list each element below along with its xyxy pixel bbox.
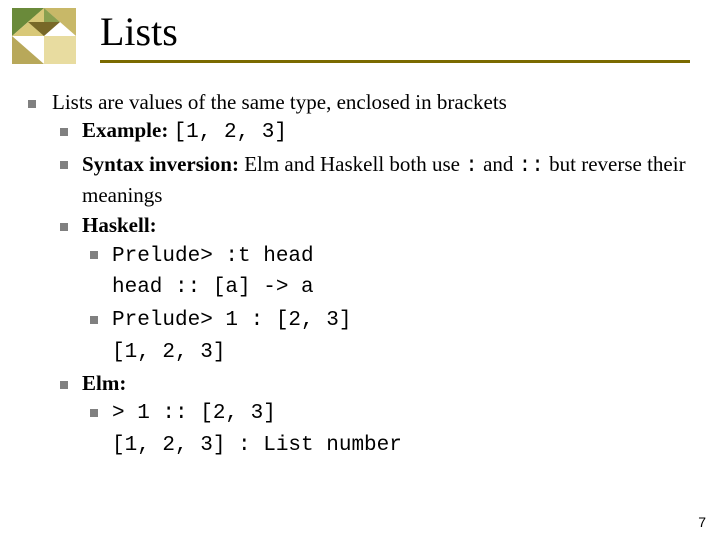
elm-line1a: > 1 :: [2, 3]	[112, 402, 276, 425]
title-underline	[100, 60, 690, 63]
haskell-block2: Prelude> 1 : [2, 3] [1, 2, 3]	[82, 304, 696, 367]
syntax-text1: Elm and Haskell both use	[239, 152, 465, 176]
slide-title: Lists	[100, 10, 720, 58]
syntax-text2: and	[478, 152, 519, 176]
bullet-haskell: Haskell: Prelude> :t head head :: [a] ->…	[52, 211, 696, 367]
bullet-example: Example: [1, 2, 3]	[52, 116, 696, 147]
haskell-label: Haskell:	[82, 213, 157, 237]
example-code: [1, 2, 3]	[174, 121, 287, 144]
haskell-line1a: Prelude> :t head	[112, 245, 314, 268]
haskell-line2b: [1, 2, 3]	[112, 341, 225, 364]
main-point-text: Lists are values of the same type, enclo…	[52, 90, 507, 114]
haskell-line2a: Prelude> 1 : [2, 3]	[112, 309, 351, 332]
page-number: 7	[698, 514, 706, 530]
syntax-label: Syntax inversion:	[82, 152, 239, 176]
title-wrap: Lists	[100, 10, 720, 63]
slide-header: Lists	[0, 0, 720, 64]
elm-label: Elm:	[82, 371, 126, 395]
example-label: Example:	[82, 118, 168, 142]
syntax-code2: ::	[519, 155, 544, 178]
tangram-logo-icon	[12, 8, 76, 64]
haskell-line1b: head :: [a] -> a	[112, 276, 314, 299]
elm-line1b: [1, 2, 3] : List number	[112, 434, 402, 457]
haskell-block1: Prelude> :t head head :: [a] -> a	[82, 240, 696, 303]
elm-block1: > 1 :: [2, 3] [1, 2, 3] : List number	[82, 397, 696, 460]
bullet-elm: Elm: > 1 :: [2, 3] [1, 2, 3] : List numb…	[52, 369, 696, 460]
bullet-main: Lists are values of the same type, enclo…	[24, 88, 696, 460]
syntax-code1: :	[465, 155, 478, 178]
bullet-syntax-inversion: Syntax inversion: Elm and Haskell both u…	[52, 150, 696, 210]
slide-content: Lists are values of the same type, enclo…	[0, 64, 720, 460]
